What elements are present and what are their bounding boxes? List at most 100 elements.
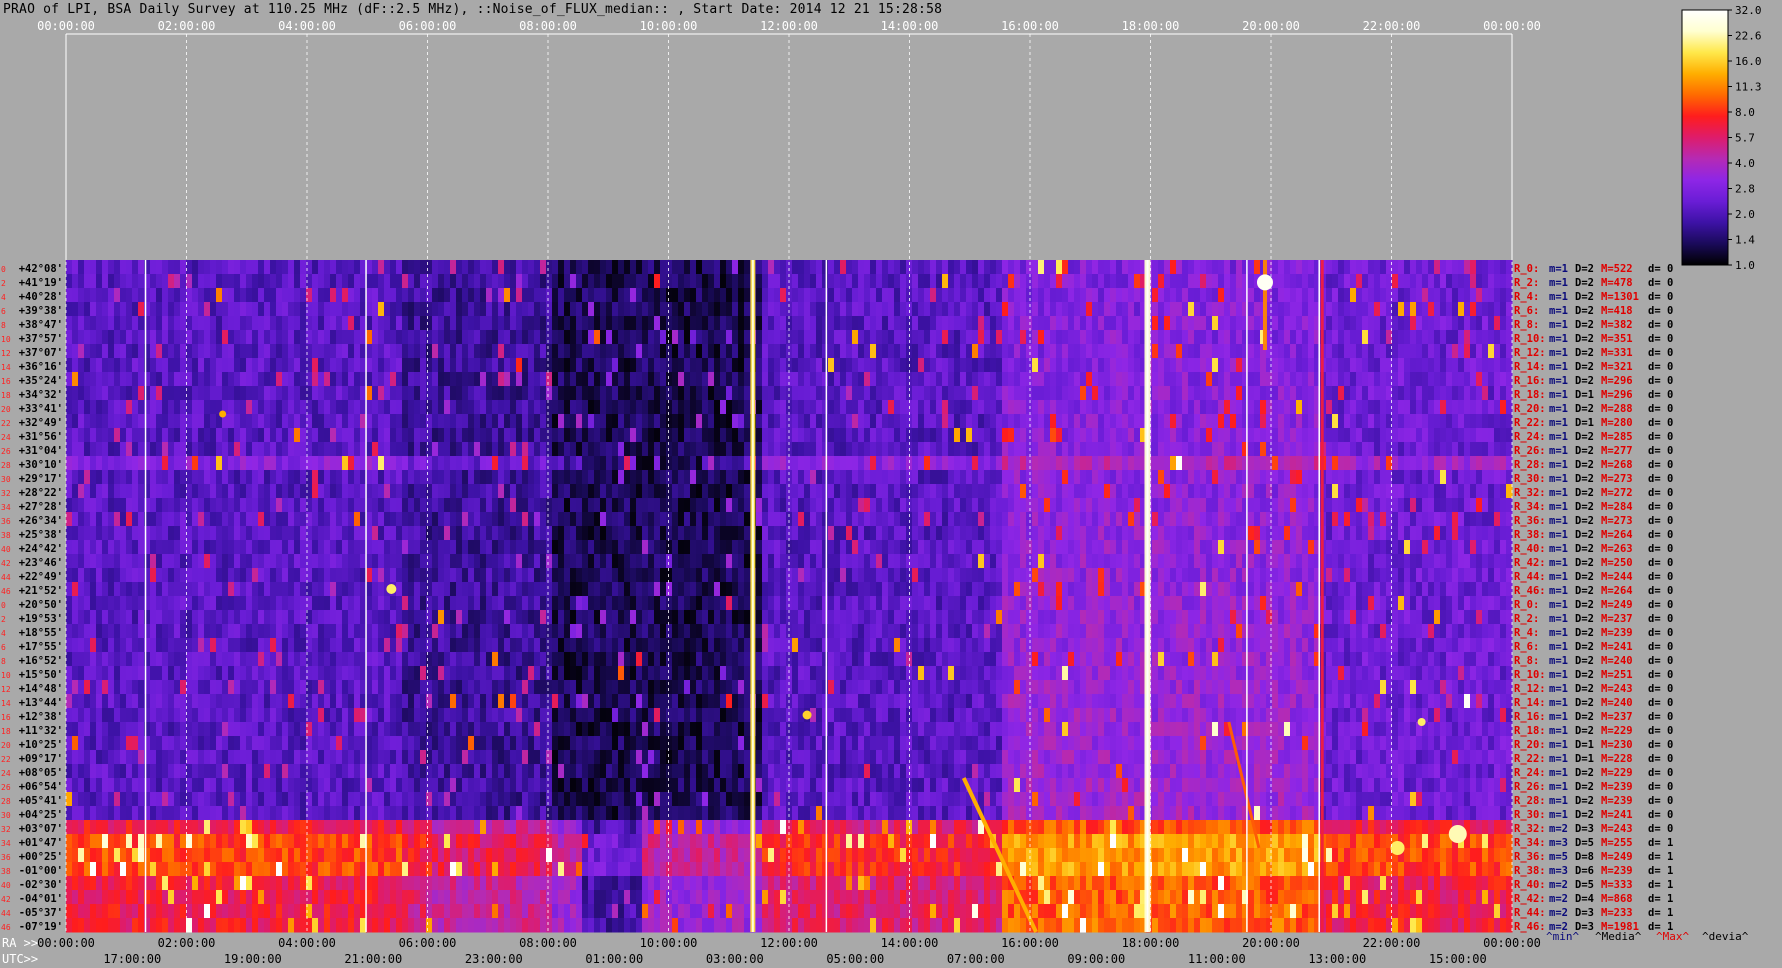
utc-tick-label: 17:00:00 xyxy=(103,952,161,966)
beam-deviation: d= 0 xyxy=(1648,431,1673,443)
utc-tick-label: 19:00:00 xyxy=(224,952,282,966)
colorbar-tick-label: 4.0 xyxy=(1735,157,1755,170)
beam-deviation: d= 0 xyxy=(1648,627,1673,639)
declination-label: +03°07' xyxy=(19,823,63,835)
colorbar-tick-label: 5.7 xyxy=(1735,132,1755,145)
declination-label: +14°48' xyxy=(19,683,63,695)
beam-median: D=2 xyxy=(1575,333,1594,345)
beam-deviation: d= 0 xyxy=(1648,571,1673,583)
beam-max: M=263 xyxy=(1601,543,1633,555)
colorbar-gradient xyxy=(1681,9,1729,266)
hot-spot xyxy=(386,584,397,594)
beam-max: M=296 xyxy=(1601,389,1633,401)
beam-max: M=284 xyxy=(1601,501,1633,513)
row-number: 12 xyxy=(1,349,11,358)
beam-median: D=2 xyxy=(1575,711,1594,723)
beam-deviation: d= 0 xyxy=(1648,711,1673,723)
beam-deviation: d= 0 xyxy=(1648,557,1673,569)
beam-deviation: d= 0 xyxy=(1648,501,1673,513)
beam-max: M=243 xyxy=(1601,823,1633,835)
beam-label: R_18: xyxy=(1514,725,1546,737)
beam-min: m=1 xyxy=(1549,781,1568,793)
beam-median: D=2 xyxy=(1575,487,1594,499)
beam-label: R_12: xyxy=(1514,347,1546,359)
ra-tick-label: 08:00:00 xyxy=(519,936,577,950)
beam-min: m=1 xyxy=(1549,403,1568,415)
declination-label: +17°55' xyxy=(19,641,63,653)
beam-max: M=241 xyxy=(1601,641,1633,653)
beam-label: R_8: xyxy=(1514,655,1539,667)
row-number: 0 xyxy=(1,601,6,610)
declination-label: +32°49' xyxy=(19,417,63,429)
declination-label: +39°38' xyxy=(19,305,63,317)
beam-deviation: d= 0 xyxy=(1648,739,1673,751)
beam-median: D=8 xyxy=(1575,851,1594,863)
beam-median: D=5 xyxy=(1575,879,1594,891)
declination-label: +05°41' xyxy=(19,795,63,807)
beam-deviation: d= 0 xyxy=(1648,445,1673,457)
beam-max: M=244 xyxy=(1601,571,1633,583)
beam-label: R_2: xyxy=(1514,277,1539,289)
declination-label: +20°50' xyxy=(19,599,63,611)
beam-label: R_28: xyxy=(1514,795,1546,807)
beam-min: m=1 xyxy=(1549,585,1568,597)
source-streak xyxy=(1320,260,1324,932)
beam-min: m=2 xyxy=(1549,879,1568,891)
beam-min: m=2 xyxy=(1549,893,1568,905)
row-number: 34 xyxy=(1,839,11,848)
top-axis-ticks: 00:00:00 02:00:00 04:00:00 06:00:00 08:00:00… xyxy=(37,19,1541,33)
beam-deviation: d= 0 xyxy=(1648,459,1673,471)
utc-tick-label: 03:00:00 xyxy=(706,952,764,966)
row-number: 46 xyxy=(1,587,11,596)
beam-median: D=3 xyxy=(1575,907,1594,919)
row-number: 10 xyxy=(1,335,11,344)
beam-median: D=2 xyxy=(1575,473,1594,485)
beam-deviation: d= 0 xyxy=(1648,683,1673,695)
colorbar-tick-label: 16.0 xyxy=(1735,55,1762,68)
row-number: 8 xyxy=(1,321,6,330)
beam-max: M=272 xyxy=(1601,487,1633,499)
beam-max: M=1301 xyxy=(1601,291,1639,303)
ra-tick-label: 16:00:00 xyxy=(1001,936,1059,950)
beam-max: M=288 xyxy=(1601,403,1633,415)
beam-min: m=1 xyxy=(1549,767,1568,779)
declination-axis: 0 +42°08' 2 +41°19' 4 +40°28' 6 +39°38' 8 +38°47'… xyxy=(1,263,63,933)
row-number: 40 xyxy=(1,881,11,890)
hot-spot xyxy=(1390,841,1405,855)
utc-tick-label: 15:00:00 xyxy=(1429,952,1487,966)
row-number: 0 xyxy=(1,265,6,274)
beam-median: D=2 xyxy=(1575,627,1594,639)
beam-label: R_42: xyxy=(1514,557,1546,569)
beam-label: R_30: xyxy=(1514,473,1546,485)
beam-deviation: d= 0 xyxy=(1648,585,1673,597)
beam-label: R_38: xyxy=(1514,865,1546,877)
beam-label: R_42: xyxy=(1514,893,1546,905)
beam-label: R_2: xyxy=(1514,613,1539,625)
beam-min: m=3 xyxy=(1549,865,1568,877)
beam-median: D=2 xyxy=(1575,795,1594,807)
beam-label: R_16: xyxy=(1514,375,1546,387)
utc-tick-label: 23:00:00 xyxy=(465,952,523,966)
beam-max: M=268 xyxy=(1601,459,1633,471)
declination-label: +08°05' xyxy=(19,767,63,779)
beam-min: m=1 xyxy=(1549,263,1568,275)
beam-min: m=3 xyxy=(1549,837,1568,849)
declination-label: +25°38' xyxy=(19,529,63,541)
beam-median: D=1 xyxy=(1575,739,1594,751)
beam-max: M=522 xyxy=(1601,263,1633,275)
beam-label: R_44: xyxy=(1514,571,1546,583)
beam-min: m=1 xyxy=(1549,361,1568,373)
ra-tick-label: 12:00:00 xyxy=(760,936,818,950)
row-number: 6 xyxy=(1,307,6,316)
ra-tick-label: 10:00:00 xyxy=(640,936,698,950)
beam-median: D=2 xyxy=(1575,403,1594,415)
beam-deviation: d= 1 xyxy=(1648,851,1673,863)
declination-label: +18°55' xyxy=(19,627,63,639)
beam-median: D=2 xyxy=(1575,809,1594,821)
declination-label: +31°04' xyxy=(19,445,63,457)
beam-deviation: d= 0 xyxy=(1648,347,1673,359)
colorbar-tick-label: 1.4 xyxy=(1735,234,1755,247)
beam-median: D=2 xyxy=(1575,291,1594,303)
top-tick-label: 14:00:00 xyxy=(881,19,939,33)
beam-label: R_6: xyxy=(1514,641,1539,653)
